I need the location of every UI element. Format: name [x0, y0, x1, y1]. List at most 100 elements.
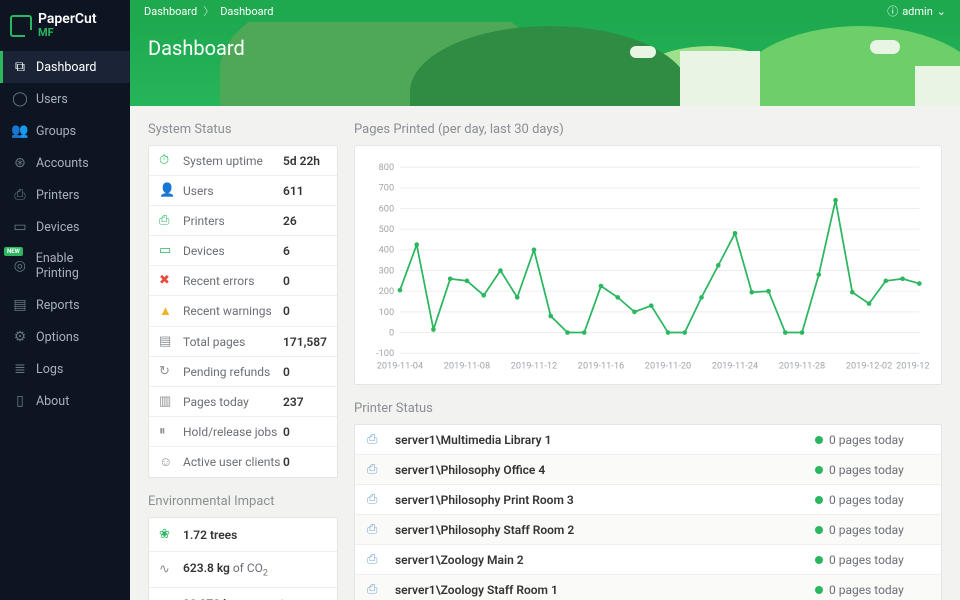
nav-item-accounts[interactable]: ⊛Accounts [0, 147, 130, 179]
status-row: ▲Recent warnings0 [149, 296, 337, 327]
status-dot-icon [815, 436, 823, 444]
users-icon: ◯ [12, 91, 28, 107]
status-row: ⎙Printers26 [149, 206, 337, 236]
status-icon: ☺ [159, 454, 175, 470]
env-list: ❀ 1.72 trees ∿ 623.8 kg of CO2 ⚡ 39,278 … [149, 518, 337, 600]
status-value: 5d 22h [283, 154, 327, 168]
nav-item-printers[interactable]: ⎙Printers [0, 179, 130, 211]
nav-item-reports[interactable]: ▤ Reports [0, 289, 130, 321]
status-label: Hold/release jobs [183, 425, 283, 439]
printer-list: ⎙server1\Multimedia Library 10 pages tod… [355, 425, 941, 600]
status-row: ⏱System uptime5d 22h [149, 146, 337, 176]
status-row: ⏸ Hold/release jobs0 [149, 417, 337, 447]
leaf-icon: ❀ [159, 527, 175, 542]
status-label: Total pages [183, 335, 283, 349]
status-label: Printers [183, 214, 283, 228]
printer-icon: ⎙ [367, 552, 385, 567]
nav-item-dashboard[interactable]: ⧉ Dashboard [0, 51, 130, 83]
nav-item-logs[interactable]: ≣Logs [0, 353, 130, 385]
printer-row[interactable]: ⎙server1\Zoology Staff Room 10 pages tod… [355, 575, 941, 600]
status-icon: ▲ [159, 303, 175, 319]
enable-printing-icon: ◎ [12, 258, 28, 274]
printer-row[interactable]: ⎙server1\Philosophy Print Room 30 pages … [355, 485, 941, 515]
nav-item-options[interactable]: ⚙ Options [0, 321, 130, 353]
co2-icon: ∿ [159, 562, 175, 577]
svg-text:2019-11-16: 2019-11-16 [578, 361, 624, 372]
printer-status: 0 pages today [829, 493, 929, 507]
printer-name: server1\Philosophy Print Room 3 [395, 493, 815, 507]
breadcrumb: Dashboard 〉 Dashboard [144, 3, 273, 19]
printer-status: 0 pages today [829, 553, 929, 567]
printer-row[interactable]: ⎙server1\Philosophy Staff Room 20 pages … [355, 515, 941, 545]
status-row: ▤ Total pages171,587 [149, 327, 337, 357]
reports-icon: ▤ [12, 297, 28, 313]
status-list: ⏱System uptime5d 22h👤Users611⎙Printers26… [149, 146, 337, 477]
pages-chart: -10001002003004005006007008002019-11-042… [367, 156, 929, 376]
printer-name: server1\Zoology Main 2 [395, 553, 815, 567]
printer-icon: ⎙ [367, 522, 385, 537]
printer-row[interactable]: ⎙ server1\Zoology Main 2 0 pages today [355, 545, 941, 575]
brand-name: PaperCut [38, 12, 97, 26]
nav-label: Dashboard [36, 60, 96, 75]
svg-text:-100: -100 [376, 348, 394, 359]
printer-icon: ⎙ [367, 462, 385, 477]
printer-name: server1\Zoology Staff Room 1 [395, 583, 815, 597]
svg-text:2019-11-24: 2019-11-24 [712, 361, 758, 372]
env-impact-card: ❀ 1.72 trees ∿ 623.8 kg of CO2 ⚡ 39,278 … [148, 517, 338, 600]
env-bulb: ⚡ 39,278 hours running a 60W bulb [149, 588, 337, 600]
status-value: 0 [283, 425, 327, 439]
env-co2: ∿ 623.8 kg of CO2 [149, 552, 337, 588]
printer-row[interactable]: ⎙server1\Philosophy Office 40 pages toda… [355, 455, 941, 485]
printer-status-card: ⎙server1\Multimedia Library 10 pages tod… [354, 424, 942, 600]
groups-icon: 👥 [12, 123, 28, 139]
nav-label: Accounts [36, 156, 89, 171]
svg-text:2019-11-20: 2019-11-20 [645, 361, 691, 372]
env-trees: ❀ 1.72 trees [149, 518, 337, 552]
status-value: 0 [283, 365, 327, 379]
new-badge: NEW [4, 247, 23, 256]
status-icon: ⎙ [159, 213, 175, 228]
nav-label: Reports [36, 298, 80, 313]
options-icon: ⚙ [12, 329, 28, 345]
dashboard-icon: ⧉ [12, 59, 28, 75]
status-row: ✖Recent errors0 [149, 266, 337, 296]
status-value: 237 [283, 395, 327, 409]
status-icon: ▤ [159, 334, 175, 349]
status-row: ▥Pages today237 [149, 387, 337, 417]
status-label: Pages today [183, 395, 283, 409]
svg-text:2019-12-02: 2019-12-02 [846, 361, 892, 372]
svg-text:2019-11-08: 2019-11-08 [444, 361, 490, 372]
env-impact-title: Environmental Impact [148, 494, 338, 509]
printer-name: server1\Philosophy Office 4 [395, 463, 815, 477]
nav-item-devices[interactable]: ▭Devices [0, 211, 130, 243]
svg-text:300: 300 [379, 265, 395, 276]
nav-label: Options [36, 330, 79, 345]
status-value: 171,587 [283, 335, 327, 349]
env-co2-value: 623.8 kg [183, 561, 230, 575]
svg-text:200: 200 [379, 286, 395, 297]
nav-item-about[interactable]: ▯About [0, 385, 130, 417]
status-value: 611 [283, 184, 327, 198]
breadcrumb-root[interactable]: Dashboard [144, 5, 197, 18]
printer-icon: ⎙ [367, 582, 385, 597]
svg-text:700: 700 [379, 183, 395, 194]
printer-row[interactable]: ⎙server1\Multimedia Library 10 pages tod… [355, 425, 941, 455]
logo-mark-icon [10, 15, 32, 37]
user-menu[interactable]: ⓘ admin ⌄ [887, 3, 946, 19]
nav-item-enable-printing[interactable]: ◎Enable PrintingNEW [0, 243, 130, 289]
status-icon: ⏸ [159, 424, 175, 439]
env-trees-value: 1.72 trees [183, 528, 237, 542]
status-dot-icon [815, 526, 823, 534]
status-label: Devices [183, 244, 283, 258]
status-dot-icon [815, 586, 823, 594]
brand-sub: MF [38, 26, 97, 39]
nav-item-users[interactable]: ◯Users [0, 83, 130, 115]
user-name: admin [902, 5, 933, 18]
status-label: Recent errors [183, 274, 283, 288]
printer-status: 0 pages today [829, 433, 929, 447]
system-status-card: ⏱System uptime5d 22h👤Users611⎙Printers26… [148, 145, 338, 478]
status-dot-icon [815, 556, 823, 564]
nav-item-groups[interactable]: 👥Groups [0, 115, 130, 147]
help-icon: ⓘ [887, 3, 898, 19]
svg-text:500: 500 [379, 224, 395, 235]
